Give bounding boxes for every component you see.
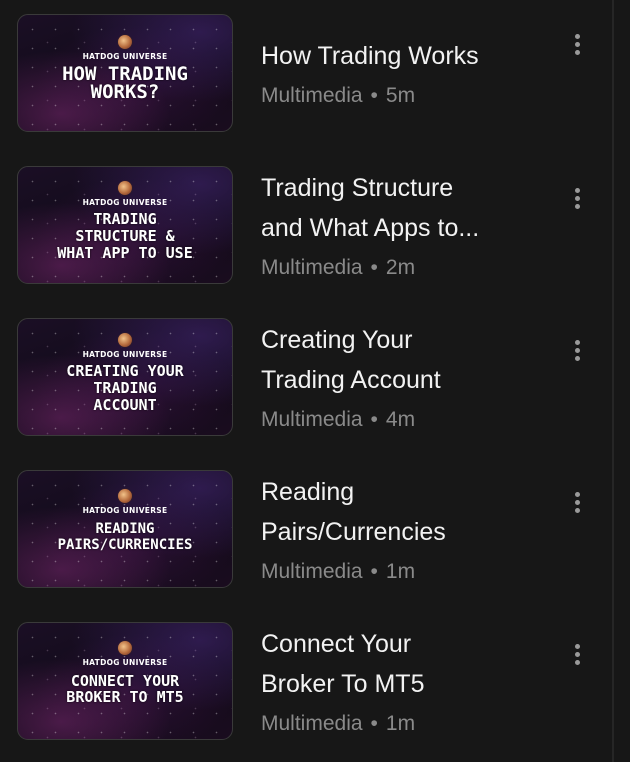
video-title[interactable]: Trading Structure and What Apps to... xyxy=(261,168,551,248)
vertical-ellipsis-icon[interactable] xyxy=(566,336,588,366)
video-title-line: Trading Account xyxy=(261,366,441,394)
vertical-ellipsis-icon[interactable] xyxy=(566,30,588,60)
duration: 2m xyxy=(385,256,416,279)
media-type: Multimedia xyxy=(261,560,363,583)
video-title[interactable]: Reading Pairs/Currencies xyxy=(261,472,551,552)
video-title-line: Pairs/Currencies xyxy=(261,518,446,546)
video-thumbnail[interactable]: HATDOG UNIVERSE CREATING YOUR TRADING AC… xyxy=(17,318,233,436)
thumbnail-brand: HATDOG UNIVERSE xyxy=(82,658,168,667)
media-type: Multimedia xyxy=(261,408,363,431)
vertical-ellipsis-icon[interactable] xyxy=(566,640,588,670)
list-item[interactable]: HATDOG UNIVERSE CREATING YOUR TRADING AC… xyxy=(0,318,612,442)
scroll-divider xyxy=(612,0,614,762)
thumbnail-title: TRADING STRUCTURE & WHAT APP TO USE xyxy=(57,210,193,262)
video-title[interactable]: Creating Your Trading Account xyxy=(261,320,551,400)
duration: 5m xyxy=(385,84,416,107)
video-title-line: Trading Structure xyxy=(261,174,454,202)
hatdog-logo-icon xyxy=(118,333,132,347)
duration: 1m xyxy=(385,712,416,735)
video-thumbnail[interactable]: HATDOG UNIVERSE READING PAIRS/CURRENCIES xyxy=(17,470,233,588)
media-type: Multimedia xyxy=(261,84,363,107)
video-thumbnail[interactable]: HATDOG UNIVERSE CONNECT YOUR BROKER TO M… xyxy=(17,622,233,740)
list-item[interactable]: HATDOG UNIVERSE TRADING STRUCTURE & WHAT… xyxy=(0,166,612,290)
video-list-page: HATDOG UNIVERSE HOW TRADING WORKS? How T… xyxy=(0,0,630,762)
duration: 4m xyxy=(385,408,416,431)
video-title[interactable]: Connect Your Broker To MT5 xyxy=(261,624,551,704)
video-title-line: Reading xyxy=(261,478,355,506)
video-title-line: Connect Your xyxy=(261,630,412,658)
vertical-ellipsis-icon[interactable] xyxy=(566,488,588,518)
hatdog-logo-icon xyxy=(118,35,132,49)
meta-separator: • xyxy=(370,712,378,735)
duration: 1m xyxy=(385,560,416,583)
vertical-ellipsis-icon[interactable] xyxy=(566,184,588,214)
list-item[interactable]: HATDOG UNIVERSE READING PAIRS/CURRENCIES… xyxy=(0,470,612,594)
meta-separator: • xyxy=(370,256,378,279)
video-thumbnail[interactable]: HATDOG UNIVERSE TRADING STRUCTURE & WHAT… xyxy=(17,166,233,284)
thumbnail-title: HOW TRADING WORKS? xyxy=(62,63,188,103)
meta-separator: • xyxy=(370,408,378,431)
video-title[interactable]: How Trading Works xyxy=(261,36,551,76)
video-title-line: and What Apps to... xyxy=(261,214,480,242)
video-meta: Multimedia • 4m xyxy=(261,406,415,434)
meta-separator: • xyxy=(370,84,378,107)
video-title-line: Broker To MT5 xyxy=(261,670,425,698)
list-item[interactable]: HATDOG UNIVERSE CONNECT YOUR BROKER TO M… xyxy=(0,622,612,746)
video-meta: Multimedia • 5m xyxy=(261,82,415,110)
video-meta: Multimedia • 2m xyxy=(261,254,415,282)
meta-separator: • xyxy=(370,560,378,583)
thumbnail-brand: HATDOG UNIVERSE xyxy=(82,350,168,359)
media-type: Multimedia xyxy=(261,712,363,735)
video-thumbnail[interactable]: HATDOG UNIVERSE HOW TRADING WORKS? xyxy=(17,14,233,132)
video-meta: Multimedia • 1m xyxy=(261,558,415,586)
thumbnail-brand: HATDOG UNIVERSE xyxy=(82,52,168,61)
video-meta: Multimedia • 1m xyxy=(261,710,415,738)
list-item[interactable]: HATDOG UNIVERSE HOW TRADING WORKS? How T… xyxy=(0,14,612,138)
hatdog-logo-icon xyxy=(118,641,132,655)
thumbnail-title: CONNECT YOUR BROKER TO MT5 xyxy=(66,672,184,706)
media-type: Multimedia xyxy=(261,256,363,279)
video-title-line: Creating Your xyxy=(261,326,413,354)
hatdog-logo-icon xyxy=(118,181,132,195)
hatdog-logo-icon xyxy=(118,489,132,503)
thumbnail-title: READING PAIRS/CURRENCIES xyxy=(57,521,193,553)
thumbnail-brand: HATDOG UNIVERSE xyxy=(82,506,168,515)
thumbnail-brand: HATDOG UNIVERSE xyxy=(82,198,168,207)
thumbnail-title: CREATING YOUR TRADING ACCOUNT xyxy=(66,362,184,414)
video-title-line: How Trading Works xyxy=(261,42,479,70)
